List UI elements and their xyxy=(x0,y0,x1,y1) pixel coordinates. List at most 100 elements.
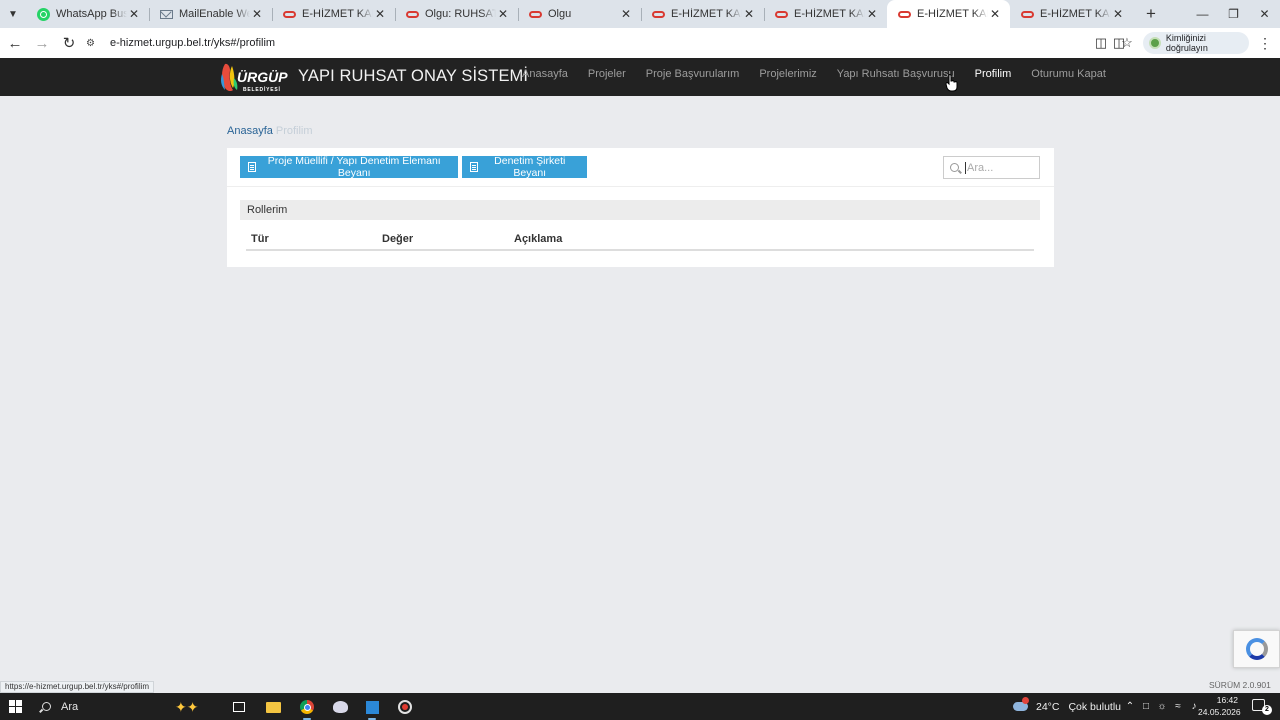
whatsapp-icon xyxy=(36,7,50,21)
panel-header: Proje Müellifi / Yapı Denetim Elemanı Be… xyxy=(227,148,1054,187)
status-bar-url: https://e-hizmet.urgup.bel.tr/yks#/profi… xyxy=(0,681,155,693)
browser-tab[interactable]: E-HİZMET KAPISI - P ✕ xyxy=(1010,0,1133,28)
site-favicon-icon xyxy=(1020,7,1034,21)
inspection-company-declaration-button[interactable]: Denetim Şirketi Beyanı xyxy=(462,155,587,179)
clock[interactable]: 16:42 24.05.2026 xyxy=(1198,695,1241,718)
nav-item-projeler[interactable]: Projeler xyxy=(578,58,636,96)
close-icon[interactable]: ✕ xyxy=(373,7,387,21)
column-header-description: Açıklama xyxy=(514,233,563,245)
browser-menu-icon[interactable]: ⋮ xyxy=(1257,32,1273,54)
breadcrumb-home-link[interactable]: Anasayfa xyxy=(227,125,273,137)
nav-item-projelerimiz[interactable]: Projelerimiz xyxy=(749,58,826,96)
browser-tab[interactable]: Olgu: RUHSAT BAŞVU ✕ xyxy=(395,0,518,28)
chevron-up-icon[interactable]: ⌃ xyxy=(1122,701,1138,712)
close-icon[interactable]: ✕ xyxy=(250,7,264,21)
chrome-icon[interactable] xyxy=(296,697,318,720)
close-icon[interactable]: ✕ xyxy=(742,7,756,21)
new-tab-plus-icon[interactable]: + xyxy=(1137,4,1165,24)
minimize-icon[interactable]: — xyxy=(1187,0,1218,28)
cloud-weather-icon xyxy=(1013,697,1029,711)
clock-date: 24.05.2026 xyxy=(1198,706,1241,717)
document-icon xyxy=(248,162,256,172)
site-info-icon[interactable]: ⚙ xyxy=(86,38,100,49)
taskbar-search-label: Ara xyxy=(61,700,79,713)
site-favicon-icon xyxy=(282,7,296,21)
designer-inspector-declaration-button[interactable]: Proje Müellifi / Yapı Denetim Elemanı Be… xyxy=(240,155,458,179)
close-icon[interactable]: ✕ xyxy=(1111,7,1125,21)
browser-tab[interactable]: MailEnable Web Mail ✕ xyxy=(149,0,272,28)
paint-icon[interactable] xyxy=(329,697,351,717)
back-arrow-icon[interactable]: ← xyxy=(3,31,27,55)
tab-title: Olgu xyxy=(548,8,572,20)
tab-title: E-HİZMET KAPISI - P xyxy=(917,8,988,20)
roles-table-header: Tür Değer Açıklama xyxy=(246,230,1034,251)
close-icon[interactable]: ✕ xyxy=(619,7,633,21)
button-label: Proje Müellifi / Yapı Denetim Elemanı Be… xyxy=(267,155,441,179)
windows-taskbar: Ara ✦✦ 24°C Çok bulutlu ⌃ □ ☼ ≈ ♪ 16:42 … xyxy=(0,693,1280,720)
verification-badge-icon xyxy=(1149,37,1161,49)
search-box[interactable] xyxy=(943,156,1040,179)
wifi-icon[interactable]: ≈ xyxy=(1170,701,1186,712)
roles-section-header: Rollerim xyxy=(240,200,1040,220)
weather-description: Çok bulutlu xyxy=(1068,700,1121,713)
copilot-sparkle-icon[interactable]: ✦✦ xyxy=(175,699,198,716)
browser-tab[interactable]: WhatsApp Business ✕ xyxy=(26,0,149,28)
close-icon[interactable]: ✕ xyxy=(496,7,510,21)
extensions-puzzle-icon[interactable]: ◫ xyxy=(1108,31,1130,55)
tab-title: E-HİZMET KAPISI - A xyxy=(302,8,373,20)
file-explorer-icon[interactable] xyxy=(262,697,284,717)
language-icon[interactable]: ☼ xyxy=(1154,701,1170,712)
browser-tab-active[interactable]: E-HİZMET KAPISI - P ✕ xyxy=(887,0,1010,28)
search-icon xyxy=(950,163,959,172)
close-icon[interactable]: ✕ xyxy=(865,7,879,21)
task-view-icon[interactable] xyxy=(228,697,250,717)
weather-temperature: 24°C xyxy=(1036,700,1060,713)
site-favicon-icon xyxy=(651,7,665,21)
recaptcha-icon xyxy=(1245,638,1268,660)
nav-item-profilim[interactable]: Profilim xyxy=(965,58,1022,96)
identity-label: Kimliğinizi doğrulayın xyxy=(1165,33,1208,53)
store-app-icon[interactable] xyxy=(361,697,383,720)
profile-panel: Proje Müellifi / Yapı Denetim Elemanı Be… xyxy=(227,148,1054,267)
url-text[interactable]: e-hizmet.urgup.bel.tr/yks#/profilim xyxy=(110,37,275,49)
address-bar[interactable]: ⚙ e-hizmet.urgup.bel.tr/yks#/profilim ◫ … xyxy=(80,31,1138,55)
column-header-value: Değer xyxy=(382,233,414,245)
identity-verify-button[interactable]: Kimliğinizi doğrulayın xyxy=(1143,32,1249,54)
browser-tab[interactable]: E-HİZMET KAPISI - A ✕ xyxy=(272,0,395,28)
close-window-icon[interactable]: ✕ xyxy=(1249,0,1280,28)
nav-item-anasayfa[interactable]: Anasayfa xyxy=(512,58,578,96)
svg-text:ÜRGÜP: ÜRGÜP xyxy=(237,69,288,85)
breadcrumb: Anasayfa Profilim xyxy=(227,125,313,137)
tab-title: E-HİZMET KAPISI - A xyxy=(671,8,742,20)
browser-tab-strip: ▼ WhatsApp Business ✕ MailEnable Web Mai… xyxy=(0,0,1280,28)
close-icon[interactable]: ✕ xyxy=(988,7,1002,21)
browser-tab[interactable]: E-HİZMET KAPISI - A ✕ xyxy=(764,0,887,28)
urgup-logo-icon[interactable]: ÜRGÜP BELEDİYESİ xyxy=(219,60,294,94)
app-brand-title[interactable]: YAPI RUHSAT ONAY SİSTEMİ xyxy=(298,67,528,86)
nav-item-yapi-ruhsati-basvurusu[interactable]: Yapı Ruhsatı Başvurusu xyxy=(827,58,965,96)
button-label: Denetim Şirketi Beyanı xyxy=(494,155,566,179)
close-icon[interactable]: ✕ xyxy=(127,7,141,21)
reload-icon[interactable]: ↻ xyxy=(57,31,81,55)
main-menu: Anasayfa Projeler Proje Başvurularım Pro… xyxy=(512,58,1116,96)
tab-search-chevron-icon[interactable]: ▼ xyxy=(0,1,26,27)
browser-tab[interactable]: Olgu ✕ xyxy=(518,0,641,28)
screen-recorder-icon[interactable] xyxy=(394,697,416,717)
nav-item-proje-basvurularim[interactable]: Proje Başvurularım xyxy=(636,58,750,96)
system-tray: ⌃ □ ☼ ≈ ♪ xyxy=(1122,693,1202,720)
site-favicon-icon xyxy=(528,7,542,21)
tab-title: MailEnable Web Mail xyxy=(179,8,250,20)
nav-item-oturumu-kapat[interactable]: Oturumu Kapat xyxy=(1021,58,1116,96)
browser-tab[interactable]: E-HİZMET KAPISI - A ✕ xyxy=(641,0,764,28)
restore-icon[interactable]: ❐ xyxy=(1218,0,1249,28)
windows-start-icon[interactable] xyxy=(9,700,22,713)
forward-arrow-icon[interactable]: → xyxy=(30,31,54,55)
window-controls: — ❐ ✕ xyxy=(1187,0,1280,28)
site-favicon-icon xyxy=(405,7,419,21)
network-icon[interactable]: □ xyxy=(1138,701,1154,712)
recaptcha-badge[interactable] xyxy=(1233,630,1280,668)
search-input[interactable] xyxy=(965,161,1035,174)
site-favicon-icon xyxy=(774,7,788,21)
weather-widget[interactable]: 24°C Çok bulutlu xyxy=(1013,693,1121,720)
tab-title: WhatsApp Business xyxy=(56,8,127,20)
